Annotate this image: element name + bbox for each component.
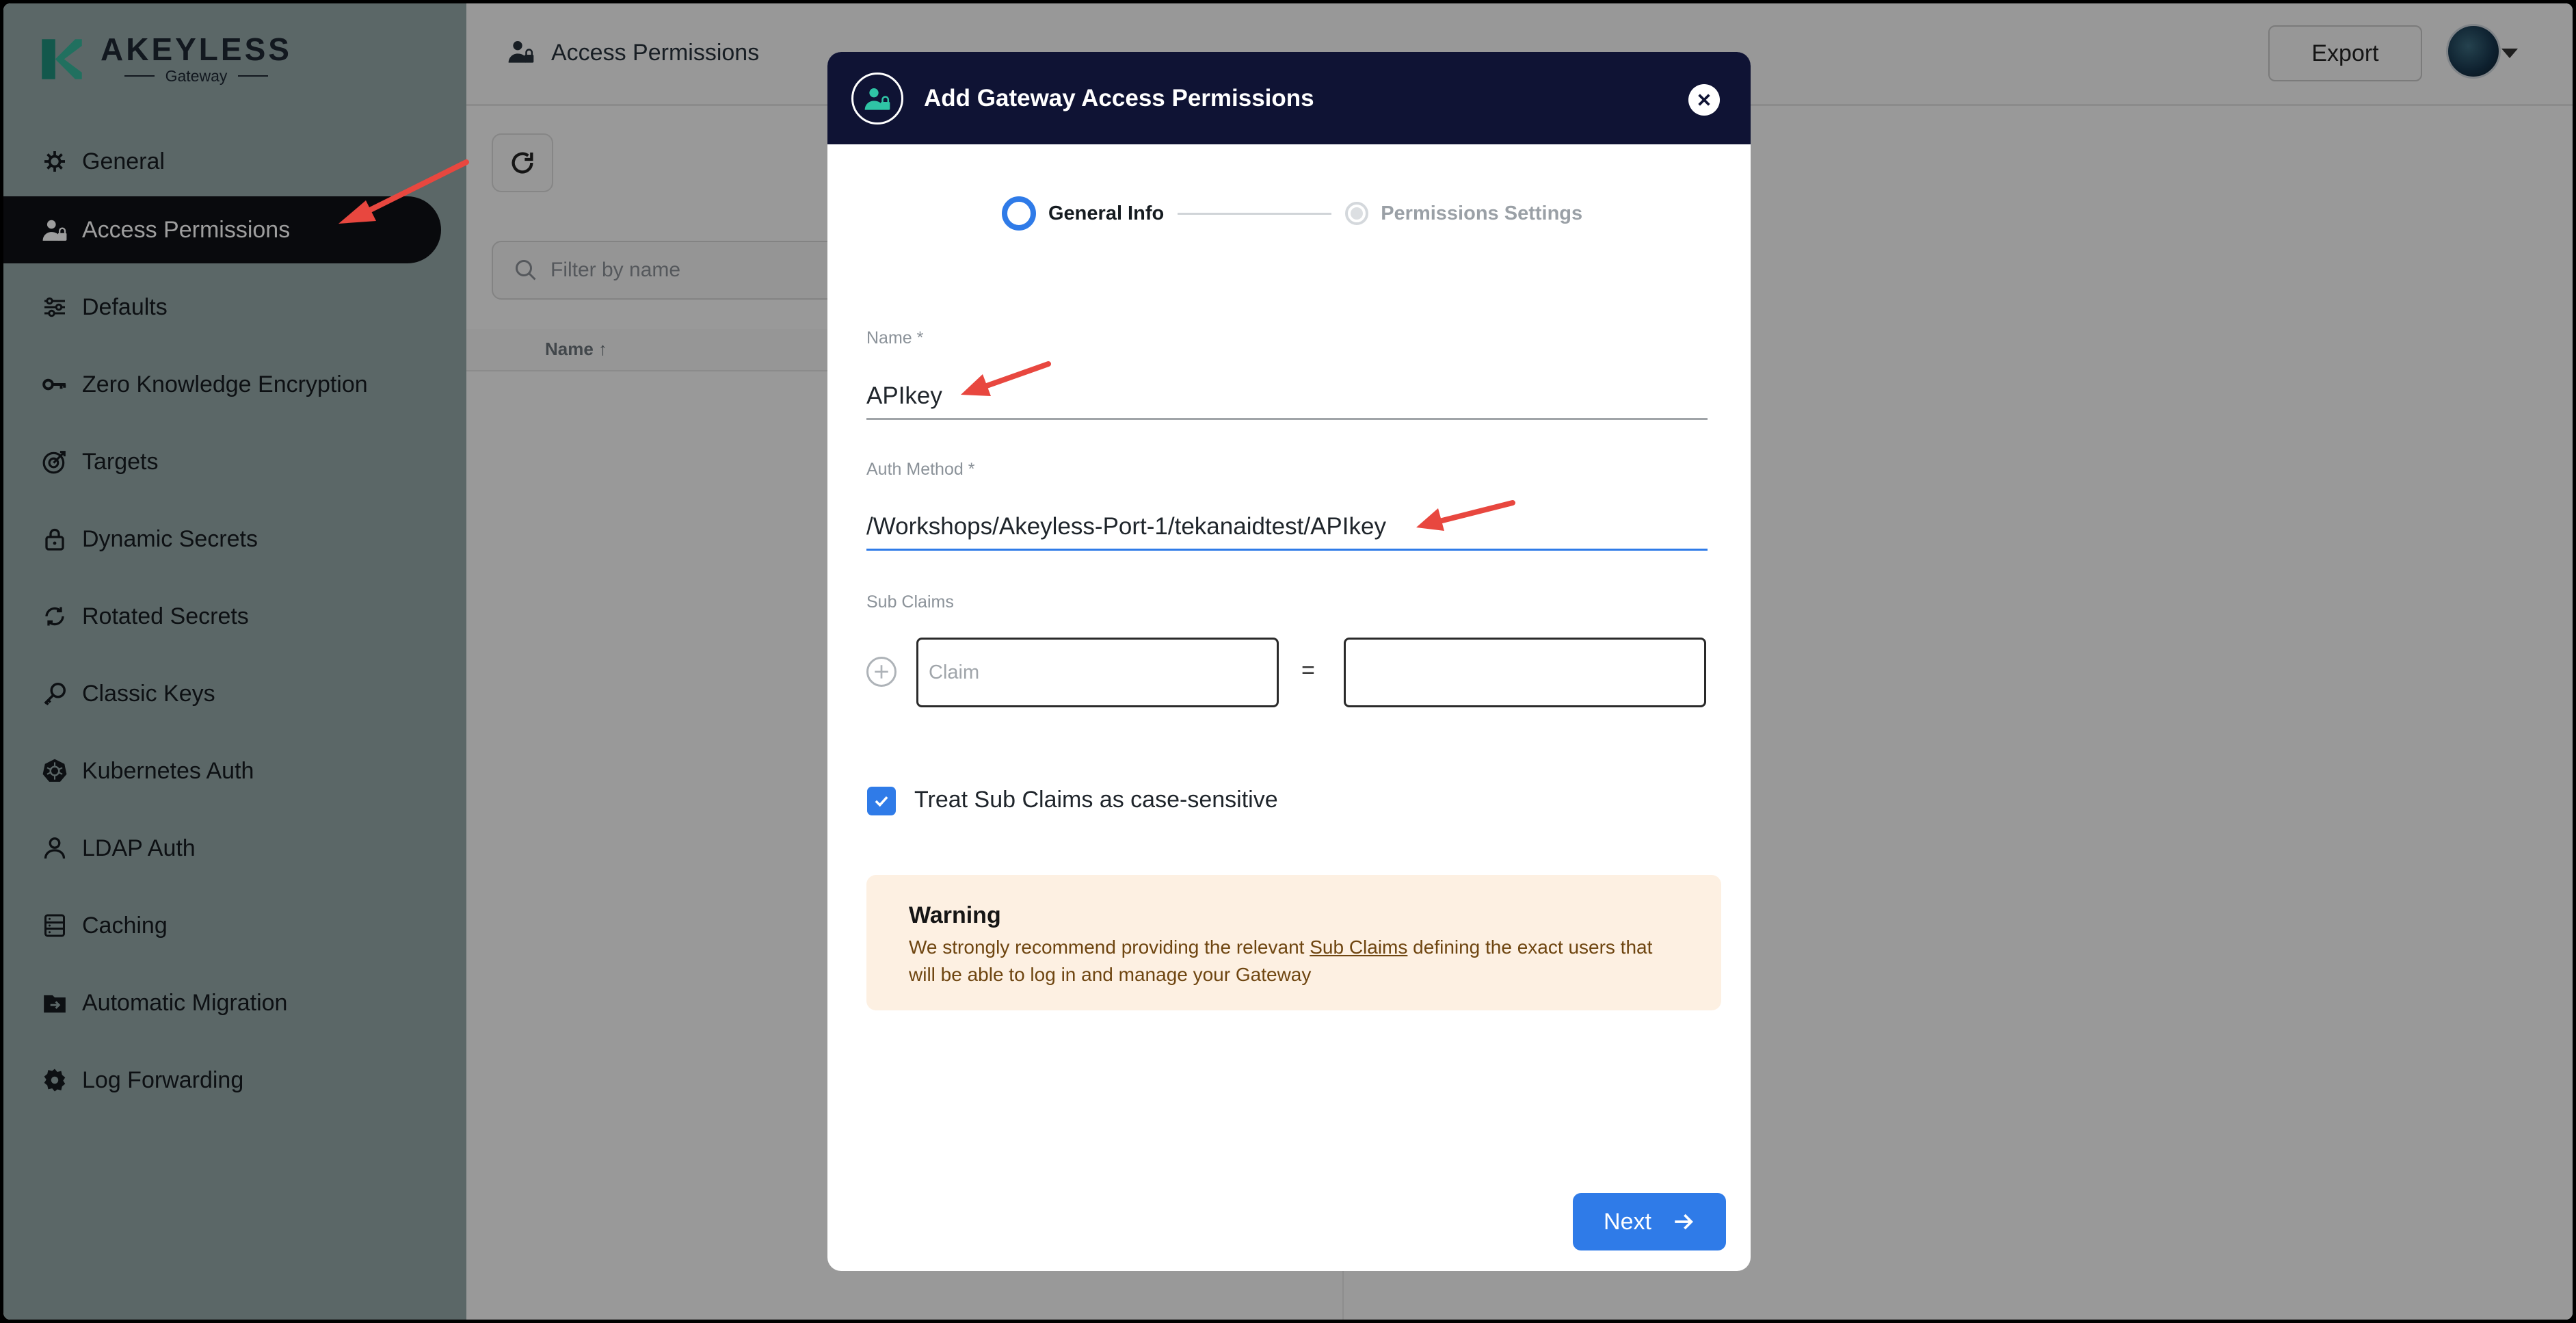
sub-claims-link[interactable]: Sub Claims: [1310, 936, 1407, 958]
step-indicator-active: [1002, 196, 1036, 231]
close-icon: [1698, 94, 1710, 106]
sub-claims-label: Sub Claims: [866, 592, 954, 612]
step-connector: [1178, 212, 1332, 215]
next-button[interactable]: Next: [1573, 1193, 1726, 1250]
add-claim-button[interactable]: [866, 657, 897, 687]
warning-box: Warning We strongly recommend providing …: [866, 875, 1721, 1010]
name-field[interactable]: APIkey: [866, 382, 1708, 422]
next-label: Next: [1604, 1208, 1651, 1235]
claim-key-input[interactable]: Claim: [916, 638, 1279, 707]
plus-icon: [875, 665, 888, 679]
arrow-right-icon: [1675, 1214, 1693, 1230]
stepper: General Info Permissions Settings: [1002, 196, 1582, 231]
step-permissions-settings[interactable]: Permissions Settings: [1381, 202, 1582, 225]
app-window: AKEYLESS Gateway General Access Permissi…: [3, 3, 2573, 1320]
name-label: Name *: [866, 328, 924, 348]
case-sensitive-label[interactable]: Treat Sub Claims as case-sensitive: [914, 787, 1278, 813]
claim-placeholder: Claim: [929, 661, 980, 683]
user-lock-icon: [851, 72, 903, 125]
name-underline: [866, 418, 1708, 420]
modal-title: Add Gateway Access Permissions: [924, 84, 1314, 112]
auth-method-label: Auth Method *: [866, 460, 975, 479]
case-sensitive-checkbox[interactable]: [867, 787, 896, 815]
step-indicator-inactive: [1345, 202, 1369, 225]
warning-body: We strongly recommend providing the rele…: [909, 936, 1653, 985]
claim-value-input[interactable]: [1344, 638, 1706, 707]
step-general-info[interactable]: General Info: [1048, 202, 1164, 225]
close-button[interactable]: [1688, 84, 1720, 116]
check-icon: [875, 796, 888, 807]
equals-sign: =: [1301, 657, 1315, 683]
auth-method-underline: [866, 549, 1708, 551]
modal-header: Add Gateway Access Permissions: [827, 52, 1751, 144]
warning-title: Warning: [909, 902, 1001, 928]
auth-method-field[interactable]: /Workshops/Akeyless-Port-1/tekanaidtest/…: [866, 513, 1708, 553]
add-access-permissions-modal: Add Gateway Access Permissions General I…: [827, 52, 1751, 1271]
